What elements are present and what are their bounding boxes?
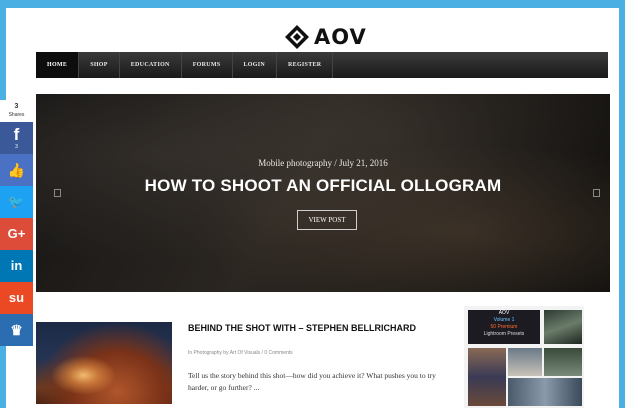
nav-item-register[interactable]: REGISTER <box>277 52 334 78</box>
ad-line4: Lightroom Presets <box>483 331 525 337</box>
linkedin-icon: in <box>10 258 23 273</box>
linkedin-share-button[interactable]: in <box>0 250 33 282</box>
stumbleupon-share-button[interactable]: su <box>0 282 33 314</box>
ad-text-panel: AOV Volume 1 50 Premium Lightroom Preset… <box>468 310 540 344</box>
share-count-number: 3 <box>14 103 19 110</box>
nav-item-shop[interactable]: SHOP <box>79 52 120 78</box>
google-plus-share-button[interactable]: G+ <box>0 218 33 250</box>
post-item: BEHIND THE SHOT WITH – STEPHEN BELLRICHA… <box>36 320 456 408</box>
ad-photo-waterfall <box>544 310 582 344</box>
nav-item-forums[interactable]: FORUMS <box>182 52 233 78</box>
stumbleupon-icon: su <box>8 290 25 305</box>
hero-slider: Mobile photography / July 21, 2016 HOW T… <box>36 94 610 292</box>
ad-line3: 50 Premium <box>490 324 518 330</box>
post-meta: In Photography by Art Of Visuals / 0 Com… <box>188 350 293 356</box>
post-thumbnail[interactable] <box>36 322 172 404</box>
nav-item-education[interactable]: EDUCATION <box>120 52 182 78</box>
ad-photo-couple <box>468 348 506 406</box>
twitter-icon: 🐦 <box>8 194 25 209</box>
twitter-share-button[interactable]: 🐦 <box>0 186 33 218</box>
hero-title[interactable]: HOW TO SHOOT AN OFFICIAL OLLOGRAM <box>36 176 610 196</box>
post-title[interactable]: BEHIND THE SHOT WITH – STEPHEN BELLRICHA… <box>188 322 448 334</box>
nav-item-home[interactable]: HOME <box>36 52 80 78</box>
like-button[interactable]: 👍 <box>0 154 33 186</box>
thumbs-up-icon: 👍 <box>7 162 26 178</box>
view-post-button[interactable]: VIEW POST <box>297 210 357 230</box>
google-plus-icon: G+ <box>7 226 26 241</box>
share-count-label: Shares <box>8 112 25 118</box>
main-nav: HOME SHOP EDUCATION FORUMS LOGIN REGISTE… <box>36 52 608 78</box>
facebook-icon: f <box>13 125 20 144</box>
site-logo[interactable]: AOV <box>284 22 367 52</box>
diamond-logo-icon <box>285 25 309 49</box>
slider-next-icon[interactable] <box>593 189 600 197</box>
ad-line1: AOV <box>498 310 510 316</box>
crown-icon: ♛ <box>10 322 23 338</box>
slider-prev-icon[interactable] <box>54 189 61 197</box>
sidebar-ad-presets[interactable]: AOV Volume 1 50 Premium Lightroom Preset… <box>464 306 584 408</box>
logo-text: AOV <box>314 25 367 49</box>
facebook-share-button[interactable]: f 3 <box>0 122 33 154</box>
social-share-bar: 3 Shares f 3 👍 🐦 G+ in su ♛ <box>0 100 33 364</box>
crown-share-button[interactable]: ♛ <box>0 314 33 346</box>
ad-photo-landscape <box>508 348 542 376</box>
hero-meta: Mobile photography / July 21, 2016 <box>258 158 388 168</box>
post-excerpt: Tell us the story behind this shot—how d… <box>188 371 436 392</box>
ad-line2: Volume 1 <box>493 317 515 323</box>
share-count: 3 Shares <box>0 100 33 122</box>
ad-photo-lake <box>508 378 582 406</box>
page: AOV HOME SHOP EDUCATION FORUMS LOGIN REG… <box>6 8 619 408</box>
ad-photo-forest <box>544 348 582 376</box>
nav-item-login[interactable]: LOGIN <box>233 52 278 78</box>
facebook-share-count: 3 <box>15 144 18 150</box>
